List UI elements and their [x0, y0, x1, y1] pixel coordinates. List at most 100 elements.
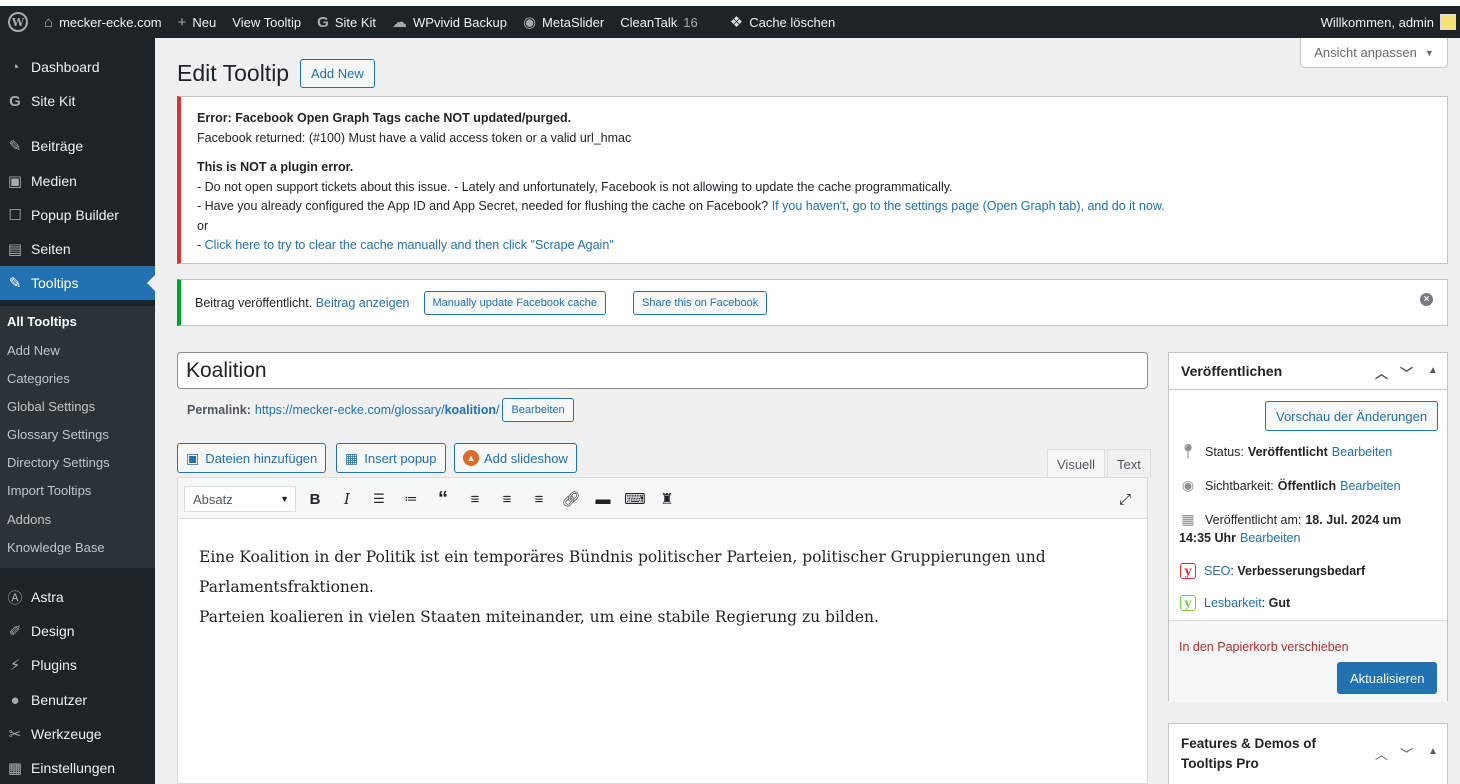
format-select[interactable]: Absatz ▼ [184, 486, 296, 512]
italic-icon[interactable]: I [336, 488, 358, 510]
cache-clear-link[interactable]: ❖ Cache löschen [722, 6, 843, 38]
menu-beitraege[interactable]: ✎ Beiträge [0, 129, 155, 163]
align-center-icon[interactable]: ≡ [496, 488, 518, 510]
add-media-label: Dateien hinzufügen [205, 450, 318, 466]
bullet-list-icon[interactable]: ☰ [368, 488, 390, 510]
admin-bar: W ⌂ mecker-ecke.com + Neu View Tooltip G Si… [0, 6, 1460, 38]
features-title-line1: Features & Demos of [1181, 736, 1317, 751]
permalink-link[interactable]: https://mecker-ecke.com/glossary/koaliti… [255, 403, 500, 417]
menu-benutzer[interactable]: ● Benutzer [0, 683, 155, 717]
share-facebook-button[interactable]: Share this on Facebook [633, 290, 768, 315]
preview-changes-button[interactable]: Vorschau der Änderungen [1265, 401, 1439, 431]
menu-astra[interactable]: Ⓐ Astra [0, 580, 155, 614]
tab-visual[interactable]: Visuell [1047, 449, 1106, 478]
tooltips-submenu: All Tooltips Add New Categories Global S… [0, 306, 155, 568]
blockquote-icon[interactable]: “ [432, 488, 454, 510]
metaslider-link[interactable]: ◉ MetaSlider [515, 6, 612, 38]
chevron-down-icon[interactable]: ﹀ [1400, 744, 1413, 763]
seo-link[interactable]: SEO [1204, 564, 1230, 578]
account-menu[interactable]: Willkommen, admin [1321, 6, 1460, 38]
caret-down-icon: ▼ [1424, 47, 1434, 58]
site-name: mecker-ecke.com [59, 14, 162, 30]
edit-visibility-link[interactable]: Bearbeiten [1340, 479, 1400, 493]
cleantalk-link[interactable]: CleanTalk 16 [612, 6, 706, 38]
align-left-icon[interactable]: ≡ [464, 488, 486, 510]
readability-link[interactable]: Lesbarkeit [1204, 596, 1262, 610]
permalink-slug: koalition [444, 403, 496, 417]
add-new-button[interactable]: Add New [300, 59, 375, 88]
published-value: 18. Jul. 2024 um [1305, 512, 1402, 527]
view-post-link[interactable]: Beitrag anzeigen [316, 296, 410, 310]
clear-cache-link[interactable]: Click here to try to clear the cache man… [205, 238, 614, 252]
submenu-global-settings[interactable]: Global Settings [7, 399, 95, 414]
tooltip-icon[interactable]: ♜ [656, 488, 678, 510]
format-value: Absatz [193, 491, 233, 507]
menu-label: Medien [31, 173, 77, 189]
chevron-up-icon[interactable]: ︿ [1375, 363, 1388, 382]
dashboard-icon: ◔ [10, 58, 20, 76]
update-button[interactable]: Aktualisieren [1337, 662, 1438, 694]
site-name-link[interactable]: ⌂ mecker-ecke.com [36, 6, 170, 38]
link-icon[interactable]: 🔗︎ [560, 488, 582, 510]
pages-icon: ▤ [7, 241, 23, 258]
add-slideshow-button[interactable]: ▲ Add slideshow [454, 443, 577, 473]
popup-icon: ☐ [8, 207, 22, 224]
screen-options-toggle[interactable]: Ansicht anpassen ▼ [1300, 38, 1448, 68]
toggle-arrow-icon[interactable]: ▲ [1428, 746, 1438, 757]
menu-tooltips[interactable]: ✎ Tooltips [0, 266, 155, 300]
view-tooltip-label: View Tooltip [232, 14, 302, 30]
site-kit-link[interactable]: G Site Kit [309, 6, 384, 38]
eye-icon: ◉ [1181, 477, 1195, 493]
dismiss-icon[interactable]: × [1420, 293, 1433, 306]
editor-content[interactable]: Eine Koalition in der Politik ist ein te… [199, 542, 1129, 632]
bold-icon[interactable]: B [304, 488, 326, 510]
post-title-input[interactable]: Koalition [177, 352, 1148, 389]
submenu-addons[interactable]: Addons [7, 512, 51, 527]
visibility-label: Sichtbarkeit: [1205, 478, 1274, 493]
align-right-icon[interactable]: ≡ [528, 488, 550, 510]
submenu-glossary-settings[interactable]: Glossary Settings [7, 427, 109, 442]
menu-seiten[interactable]: ▤ Seiten [0, 232, 155, 266]
submenu-all-tooltips[interactable]: All Tooltips [7, 314, 77, 329]
insert-popup-label: Insert popup [364, 450, 437, 466]
wpvivid-link[interactable]: ☁ WPvivid Backup [384, 6, 515, 38]
wp-logo-menu[interactable]: W [0, 6, 36, 38]
menu-dashboard[interactable]: ◔ Dashboard [0, 50, 155, 84]
menu-medien[interactable]: ▣ Medien [0, 164, 155, 198]
add-media-button[interactable]: ▣ Dateien hinzufügen [177, 443, 327, 473]
submenu-categories[interactable]: Categories [7, 371, 70, 386]
edit-date-link[interactable]: Bearbeiten [1240, 531, 1300, 545]
publish-actions: In den Papierkorb verschieben Aktualisie… [1169, 620, 1447, 702]
menu-werkzeuge[interactable]: ✂ Werkzeuge [0, 717, 155, 751]
update-facebook-cache-button[interactable]: Manually update Facebook cache [423, 290, 607, 315]
submenu-add-new[interactable]: Add New [7, 343, 60, 358]
chevron-up-icon[interactable]: ︿ [1375, 744, 1388, 763]
fullscreen-icon[interactable]: ⤢ [1114, 488, 1136, 510]
menu-site-kit[interactable]: G Site Kit [0, 84, 155, 118]
publish-box-header: Veröffentlichen ︿ ﹀ ▲ [1169, 353, 1447, 390]
numbered-list-icon[interactable]: ≔ [400, 488, 422, 510]
edit-status-link[interactable]: Bearbeiten [1332, 445, 1392, 459]
read-more-icon[interactable]: ▬ [592, 488, 614, 510]
menu-plugins[interactable]: ⚡ Plugins [0, 648, 155, 682]
keyboard-icon[interactable]: ⌨ [624, 488, 646, 510]
toggle-arrow-icon[interactable]: ▲ [1428, 365, 1438, 376]
tab-text[interactable]: Text [1107, 449, 1151, 478]
edit-permalink-button[interactable]: Bearbeiten [502, 398, 574, 422]
insert-popup-button[interactable]: ▦ Insert popup [336, 443, 446, 473]
submenu-directory-settings[interactable]: Directory Settings [7, 455, 110, 470]
readability-value: Gut [1268, 596, 1291, 610]
settings-icon: ▦ [7, 760, 23, 777]
move-to-trash-link[interactable]: In den Papierkorb verschieben [1179, 640, 1349, 654]
view-tooltip-link[interactable]: View Tooltip [224, 6, 309, 38]
error-heading2: This is NOT a plugin error. [197, 160, 354, 174]
menu-popup-builder[interactable]: ☐ Popup Builder [0, 198, 155, 232]
settings-page-link[interactable]: If you haven't, go to the settings page … [772, 199, 1165, 213]
chevron-down-icon[interactable]: ﹀ [1400, 363, 1413, 382]
menu-design[interactable]: ✐ Design [0, 614, 155, 648]
home-icon: ⌂ [44, 13, 54, 31]
submenu-import-tooltips[interactable]: Import Tooltips [7, 483, 91, 498]
submenu-knowledge-base[interactable]: Knowledge Base [7, 540, 105, 555]
new-content-link[interactable]: + Neu [170, 6, 225, 38]
menu-einstellungen[interactable]: ▦ Einstellungen [0, 751, 155, 784]
